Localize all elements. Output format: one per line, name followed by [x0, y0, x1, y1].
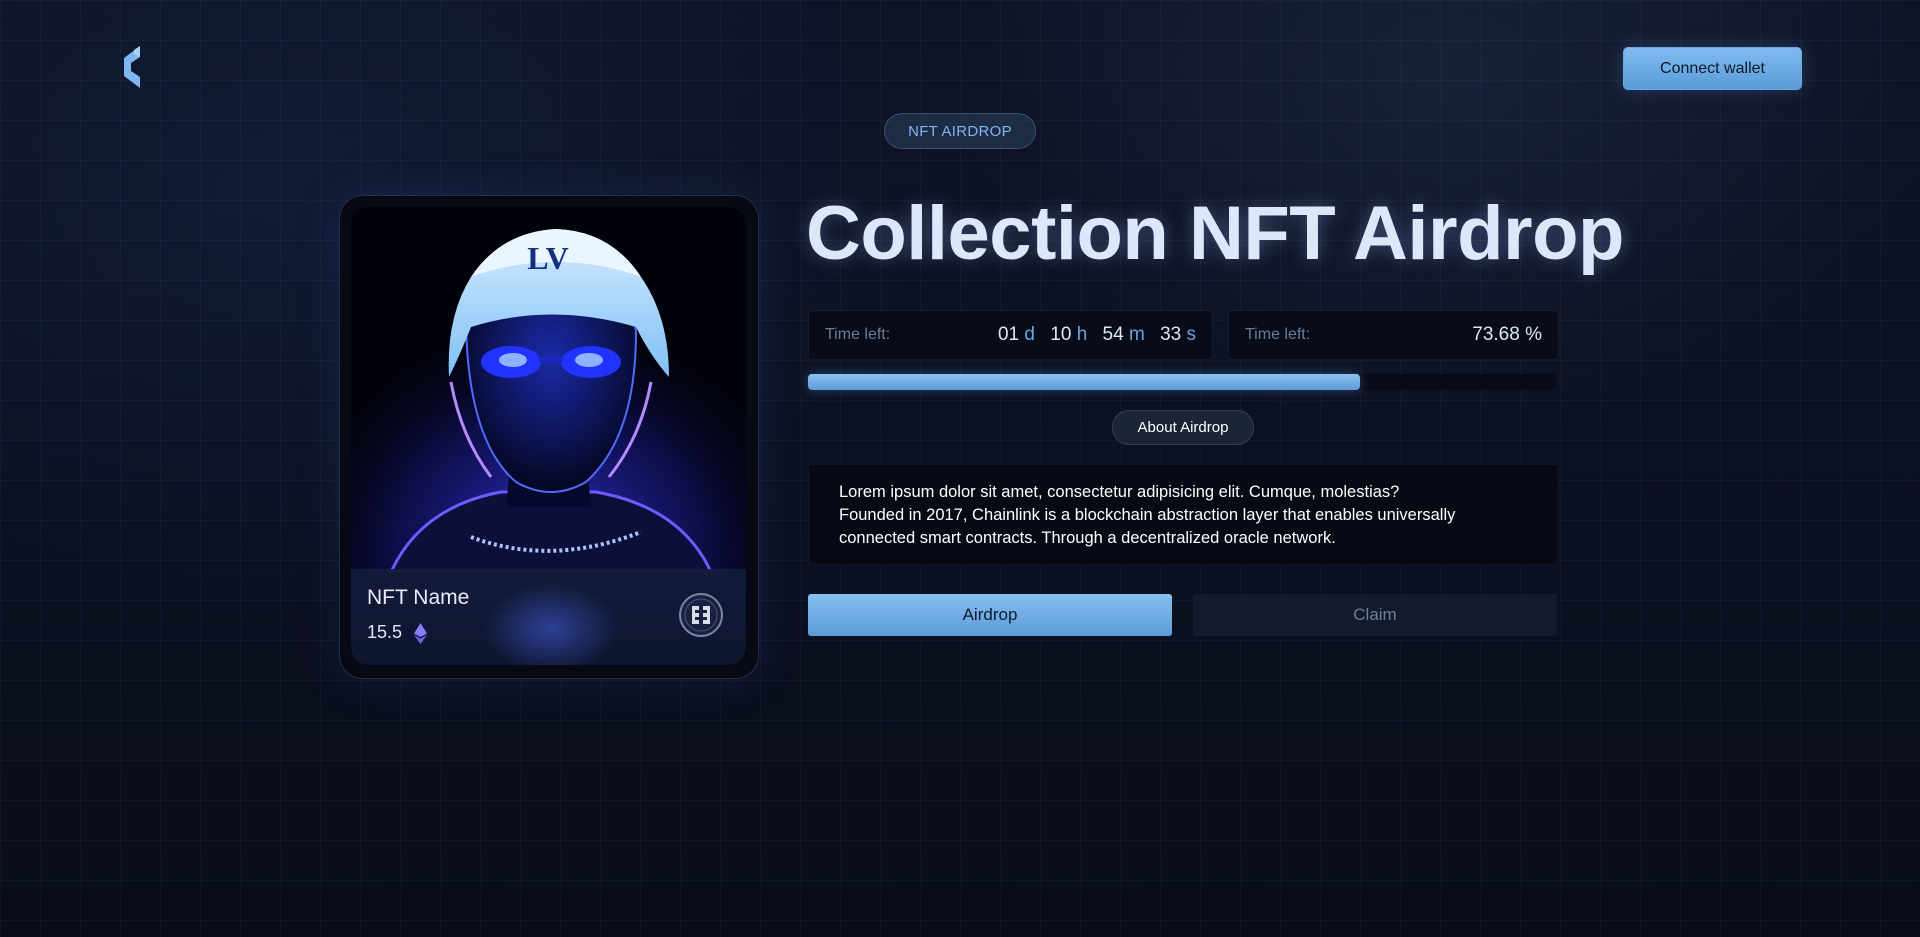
description-line: connected smart contracts. Through a dec…	[839, 529, 1336, 547]
svg-text:LV: LV	[527, 240, 569, 276]
airdrop-description: Lorem ipsum dolor sit amet, consectetur …	[808, 464, 1559, 565]
progress-bar	[808, 374, 1557, 390]
airdrop-description-text: Lorem ipsum dolor sit amet, consectetur …	[839, 481, 1529, 550]
countdown-days-unit: d	[1024, 324, 1035, 345]
progress-label: Time left:	[1245, 326, 1311, 343]
countdown-minutes-unit: m	[1128, 324, 1145, 345]
countdown-seconds-unit: s	[1186, 324, 1197, 345]
countdown-hours: 10	[1050, 324, 1072, 345]
countdown-days: 01	[997, 324, 1020, 345]
countdown-seconds: 33	[1160, 324, 1182, 345]
nft-name: NFT Name	[367, 586, 470, 609]
nft-price: 15.5	[367, 622, 403, 642]
countdown-minutes: 54	[1102, 324, 1124, 345]
progress-percent: 73.68 %	[1472, 324, 1542, 345]
claim-button[interactable]: Claim	[1193, 594, 1557, 636]
nft-airdrop-tag: NFT AIRDROP	[884, 113, 1036, 149]
nft-card-inner: LV NFT Name 15.5	[351, 207, 746, 665]
nft-artwork: LV	[351, 207, 746, 572]
collection-badge-icon[interactable]	[678, 592, 724, 638]
page-title: Collection NFT Airdrop	[806, 191, 1624, 276]
progress-bar-fill	[808, 374, 1360, 390]
ethereum-icon	[414, 623, 427, 644]
countdown-label: Time left:	[825, 326, 891, 343]
brand-logo-icon[interactable]	[118, 44, 150, 88]
connect-wallet-button[interactable]: Connect wallet	[1623, 47, 1802, 90]
countdown-hours-unit: h	[1076, 324, 1088, 345]
description-line: Lorem ipsum dolor sit amet, consectetur …	[839, 483, 1400, 501]
nft-card-footer: NFT Name 15.5	[351, 569, 746, 665]
about-airdrop-button[interactable]: About Airdrop	[1112, 410, 1254, 445]
countdown-value: 01 d 10 h 54 m 33 s	[998, 324, 1196, 346]
countdown-panel: Time left: 01 d 10 h 54 m 33 s	[808, 310, 1213, 360]
description-line: Founded in 2017, Chainlink is a blockcha…	[839, 506, 1456, 524]
nft-card[interactable]: LV NFT Name 15.5	[339, 195, 759, 679]
airdrop-button[interactable]: Airdrop	[808, 594, 1172, 636]
progress-percent-panel: Time left: 73.68 %	[1228, 310, 1559, 360]
